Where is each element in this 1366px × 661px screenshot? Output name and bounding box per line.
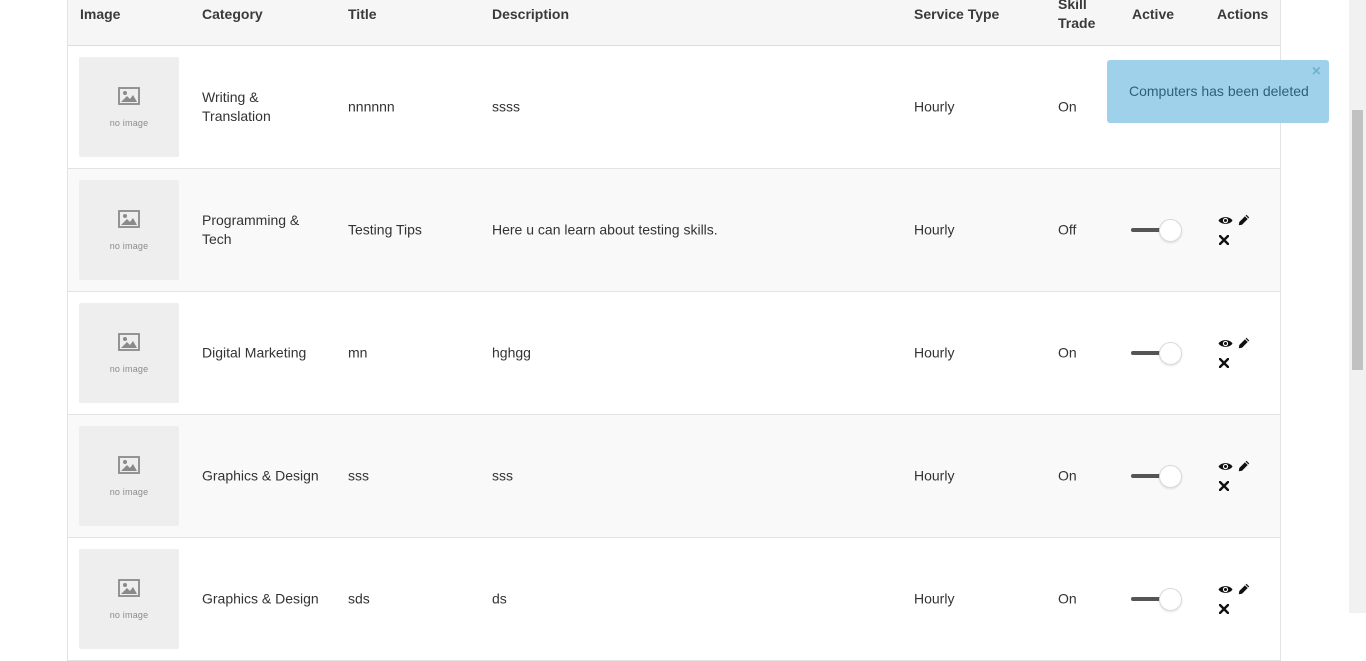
skill-trade-cell: On — [1058, 98, 1077, 115]
no-image-label: no image — [109, 364, 149, 374]
table-row: no image Programming & Tech Testing Tips… — [68, 169, 1280, 292]
eye-icon[interactable] — [1218, 213, 1233, 229]
image-placeholder: no image — [79, 303, 179, 403]
category-line-2: Translation — [202, 108, 271, 124]
title-cell: sss — [348, 467, 369, 484]
eye-icon[interactable] — [1218, 336, 1233, 352]
title-cell: mn — [348, 344, 368, 361]
category-line-1: Graphics & Design — [202, 590, 319, 607]
image-icon — [118, 456, 140, 474]
close-icon[interactable] — [1218, 232, 1230, 248]
description-cell: hghgg — [492, 344, 531, 361]
eye-icon[interactable] — [1218, 459, 1233, 475]
header-description: Description — [492, 6, 570, 22]
description-cell: ds — [492, 590, 507, 607]
header-skill-trade-line1: Skill — [1058, 0, 1087, 12]
header-active: Active — [1132, 6, 1175, 22]
image-icon — [118, 87, 140, 105]
vertical-scrollbar[interactable] — [1349, 0, 1366, 613]
pencil-icon[interactable] — [1238, 582, 1250, 598]
title-cell: sds — [348, 590, 370, 607]
row-actions — [1218, 213, 1258, 253]
active-toggle[interactable] — [1131, 341, 1183, 365]
category-cell: Graphics & Design — [202, 467, 319, 486]
no-image-label: no image — [109, 487, 149, 497]
category-cell: Programming & Tech — [202, 211, 299, 249]
pencil-icon[interactable] — [1238, 213, 1250, 229]
skill-trade-cell: On — [1058, 344, 1077, 361]
title-cell: Testing Tips — [348, 221, 422, 238]
image-placeholder: no image — [79, 180, 179, 280]
service-type-cell: Hourly — [914, 221, 955, 238]
category-cell: Writing & Translation — [202, 88, 271, 126]
image-placeholder: no image — [79, 57, 179, 157]
table-row: no image Digital Marketing mn hghgg Hour… — [68, 292, 1280, 415]
category-line-1: Writing & — [202, 89, 259, 105]
toggle-knob — [1159, 588, 1182, 611]
toggle-knob — [1159, 219, 1182, 242]
header-skill-trade-line2: Trade — [1058, 15, 1096, 31]
eye-icon[interactable] — [1218, 582, 1233, 598]
table-row: no image Graphics & Design sss sss Hourl… — [68, 415, 1280, 538]
description-cell: sss — [492, 467, 513, 484]
notification-toast: × Computers has been deleted — [1107, 60, 1329, 123]
pencil-icon[interactable] — [1238, 336, 1250, 352]
category-line-1: Digital Marketing — [202, 344, 307, 361]
image-placeholder: no image — [79, 549, 179, 649]
category-cell: Graphics & Design — [202, 590, 319, 609]
no-image-label: no image — [109, 610, 149, 620]
toast-message: Computers has been deleted — [1129, 83, 1309, 99]
skill-trade-cell: On — [1058, 590, 1077, 607]
table-header: Image Category Title Description Service… — [68, 0, 1280, 46]
image-icon — [118, 333, 140, 351]
header-category: Category — [202, 6, 263, 22]
service-type-cell: Hourly — [914, 344, 955, 361]
scrollbar-thumb[interactable] — [1352, 110, 1363, 370]
header-actions: Actions — [1217, 6, 1269, 22]
items-table: Image Category Title Description Service… — [67, 0, 1281, 661]
header-service-type: Service Type — [914, 6, 1000, 22]
active-toggle[interactable] — [1131, 587, 1183, 611]
table-row: no image Graphics & Design sds ds Hourly… — [68, 538, 1280, 661]
image-placeholder: no image — [79, 426, 179, 526]
service-type-cell: Hourly — [914, 590, 955, 607]
toggle-knob — [1159, 465, 1182, 488]
description-cell: Here u can learn about testing skills. — [492, 221, 718, 238]
row-actions — [1218, 336, 1258, 376]
table-row: no image Writing & Translation nnnnnn ss… — [68, 46, 1280, 169]
toggle-knob — [1159, 342, 1182, 365]
image-icon — [118, 579, 140, 597]
pencil-icon[interactable] — [1238, 459, 1250, 475]
active-toggle[interactable] — [1131, 218, 1183, 242]
active-toggle[interactable] — [1131, 464, 1183, 488]
toast-close-button[interactable]: × — [1312, 64, 1321, 80]
category-cell: Digital Marketing — [202, 344, 306, 363]
header-skill-trade: Skill Trade — [1058, 0, 1095, 33]
category-line-2: Tech — [202, 231, 232, 247]
close-icon[interactable] — [1218, 601, 1230, 617]
title-cell: nnnnnn — [348, 98, 395, 115]
skill-trade-cell: On — [1058, 467, 1077, 484]
description-cell: ssss — [492, 98, 520, 115]
close-icon[interactable] — [1218, 478, 1230, 494]
row-actions — [1218, 582, 1258, 622]
no-image-label: no image — [109, 118, 149, 128]
service-type-cell: Hourly — [914, 98, 955, 115]
table-body: no image Writing & Translation nnnnnn ss… — [68, 46, 1280, 661]
close-icon[interactable] — [1218, 355, 1230, 371]
service-type-cell: Hourly — [914, 467, 955, 484]
header-image: Image — [80, 6, 121, 22]
header-title: Title — [348, 6, 377, 22]
image-icon — [118, 210, 140, 228]
row-actions — [1218, 459, 1258, 499]
skill-trade-cell: Off — [1058, 221, 1077, 238]
no-image-label: no image — [109, 241, 149, 251]
category-line-1: Programming & — [202, 212, 300, 228]
category-line-1: Graphics & Design — [202, 467, 319, 484]
